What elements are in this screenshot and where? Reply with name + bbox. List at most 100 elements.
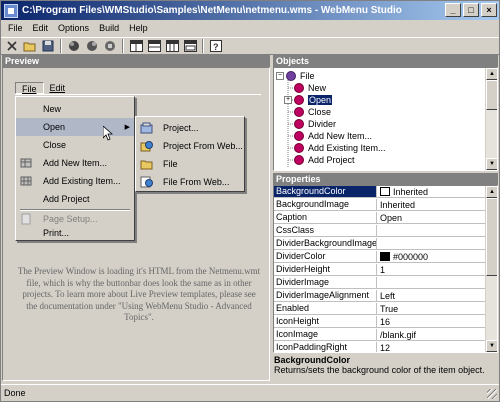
status-text: Done xyxy=(4,388,26,398)
submenu-item-project-web[interactable]: Project From Web... xyxy=(136,137,244,155)
tree-item-label: Add New Item... xyxy=(308,131,373,141)
remove-item-icon[interactable] xyxy=(84,39,100,53)
menu-item-node-icon xyxy=(294,83,304,93)
property-row[interactable]: CssClass xyxy=(274,225,486,237)
svg-text:?: ? xyxy=(213,42,219,52)
layout-4-icon[interactable] xyxy=(182,39,198,53)
resize-grip-icon[interactable] xyxy=(487,389,497,399)
preview-menu-edit[interactable]: Edit xyxy=(44,82,72,94)
layout-2-icon[interactable] xyxy=(146,39,162,53)
property-key: BackgroundColor xyxy=(274,186,377,197)
property-value: 16 xyxy=(380,316,391,327)
submenu-item-file-web[interactable]: File From Web... xyxy=(136,173,244,191)
add-item-icon[interactable] xyxy=(66,39,82,53)
maximize-button[interactable]: □ xyxy=(463,3,479,17)
property-row[interactable]: DividerImage xyxy=(274,277,486,289)
page-setup-icon xyxy=(20,213,32,225)
menu-help[interactable]: Help xyxy=(124,23,153,33)
layout-3-icon[interactable] xyxy=(164,39,180,53)
collapse-icon[interactable]: − xyxy=(276,72,284,80)
property-row[interactable]: DividerImageAlignment Left xyxy=(274,290,486,302)
close-doc-icon[interactable] xyxy=(4,39,20,53)
help-icon[interactable]: ? xyxy=(208,39,224,53)
file-dropdown-menu: New Open ▶ Close Add New Item... Add Exi… xyxy=(15,96,135,241)
menu-item-add-project[interactable]: Add Project xyxy=(16,190,134,208)
property-row[interactable]: DividerColor #000000 xyxy=(274,251,486,263)
property-value: Open xyxy=(380,212,403,223)
menu-item-node-icon xyxy=(294,119,304,129)
property-row[interactable]: IconHeight 16 xyxy=(274,316,486,328)
scroll-down-icon[interactable]: ▼ xyxy=(486,158,497,170)
property-row[interactable]: Enabled True xyxy=(274,303,486,315)
scroll-up-icon[interactable]: ▲ xyxy=(486,186,497,198)
menu-options[interactable]: Options xyxy=(53,23,94,33)
menu-item-add-new[interactable]: Add New Item... xyxy=(16,154,134,172)
scroll-thumb[interactable] xyxy=(486,80,497,110)
property-row[interactable]: BackgroundColor Inherited xyxy=(274,186,486,198)
property-key: Enabled xyxy=(274,303,377,314)
description-text: Returns/sets the background color of the… xyxy=(274,365,485,375)
scroll-up-icon[interactable]: ▲ xyxy=(486,68,497,80)
tree-item-new[interactable]: New xyxy=(294,82,326,94)
tree-item-label: Close xyxy=(308,107,332,117)
objects-scrollbar[interactable]: ▲ ▼ xyxy=(485,68,497,170)
menu-build[interactable]: Build xyxy=(94,23,124,33)
window-title: C:\Program Files\WMStudio\Samples\NetMen… xyxy=(22,5,402,16)
open-icon[interactable] xyxy=(22,39,38,53)
preview-note: The Preview Window is loading it's HTML … xyxy=(17,266,261,322)
property-key: IconPaddingRight xyxy=(274,342,377,352)
property-row[interactable]: IconPaddingRight 12 xyxy=(274,342,486,352)
property-value: Inherited xyxy=(380,199,416,210)
property-key: DividerImageAlignment xyxy=(274,290,377,301)
expand-icon[interactable]: + xyxy=(284,96,292,104)
property-row[interactable]: BackgroundImage Inherited xyxy=(274,199,486,211)
property-description: BackgroundColor Returns/sets the backgro… xyxy=(273,355,498,381)
menu-bar: File Edit Options Build Help xyxy=(1,20,499,36)
menu-edit[interactable]: Edit xyxy=(28,23,54,33)
app-window: C:\Program Files\WMStudio\Samples\NetMen… xyxy=(0,0,500,402)
menu-item-print[interactable]: Print... xyxy=(16,225,134,241)
property-row[interactable]: IconImage /blank.gif xyxy=(274,329,486,341)
property-row[interactable]: Caption Open xyxy=(274,212,486,224)
menu-item-label: Close xyxy=(43,140,67,150)
tree-item-add-new[interactable]: Add New Item... xyxy=(294,130,372,142)
menu-item-close[interactable]: Close xyxy=(16,136,134,154)
properties-scrollbar[interactable]: ▲ ▼ xyxy=(485,186,497,352)
menu-item-open[interactable]: Open ▶ xyxy=(16,118,134,136)
tree-item-file[interactable]: − File xyxy=(276,70,315,82)
tree-item-label: Add Existing Item... xyxy=(308,143,386,153)
submenu-item-file[interactable]: File xyxy=(136,155,244,173)
layout-1-icon[interactable] xyxy=(128,39,144,53)
file-web-icon xyxy=(140,176,153,188)
mouse-cursor-icon xyxy=(102,125,114,141)
menu-item-label: Add Project xyxy=(43,194,90,204)
tree-item-divider[interactable]: Divider xyxy=(294,118,336,130)
minimize-button[interactable]: _ xyxy=(445,3,461,17)
property-row[interactable]: DividerBackgroundImage xyxy=(274,238,486,250)
scroll-thumb[interactable] xyxy=(486,198,497,276)
menu-item-add-existing[interactable]: Add Existing Item... xyxy=(16,172,134,190)
tree-item-add-project[interactable]: Add Project xyxy=(294,154,355,166)
menu-item-node-icon xyxy=(294,95,304,105)
submenu-arrow-icon: ▶ xyxy=(124,124,130,131)
menu-item-label: Print... xyxy=(43,228,70,238)
app-icon xyxy=(4,3,18,18)
submenu-item-label: Project... xyxy=(163,123,199,133)
close-button[interactable]: × xyxy=(481,3,497,17)
item-props-icon[interactable] xyxy=(102,39,118,53)
color-swatch xyxy=(380,252,390,261)
tree-item-open[interactable]: + Open xyxy=(284,94,333,106)
menu-item-new[interactable]: New xyxy=(16,100,134,118)
preview-menu-file[interactable]: File xyxy=(15,82,44,94)
properties-header: Properties xyxy=(273,173,498,185)
scroll-down-icon[interactable]: ▼ xyxy=(486,340,497,352)
property-row[interactable]: DividerHeight 1 xyxy=(274,264,486,276)
description-title: BackgroundColor xyxy=(274,355,351,365)
menu-item-node-icon xyxy=(294,131,304,141)
submenu-item-project[interactable]: Project... xyxy=(136,119,244,137)
save-icon[interactable] xyxy=(40,39,56,53)
tree-item-add-existing[interactable]: Add Existing Item... xyxy=(294,142,386,154)
tree-item-label: New xyxy=(308,83,327,93)
menu-file[interactable]: File xyxy=(3,23,28,33)
tree-item-close[interactable]: Close xyxy=(294,106,331,118)
